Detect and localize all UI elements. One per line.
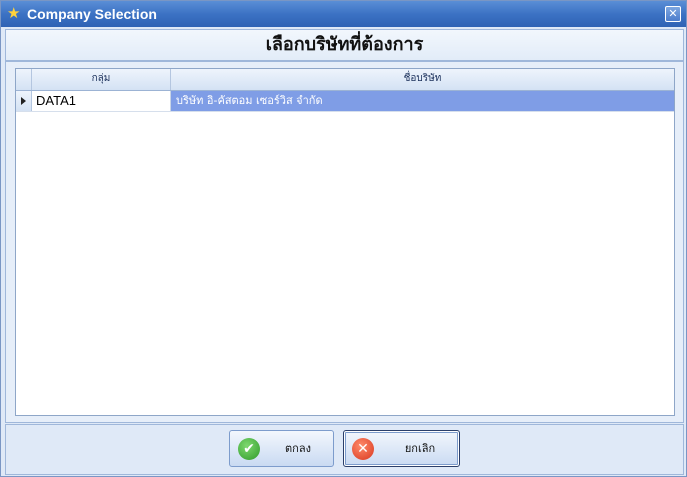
column-header-group[interactable]: กลุ่ม — [32, 69, 171, 90]
grid-header: กลุ่ม ชื่อบริษัท — [16, 69, 674, 91]
cell-group[interactable]: DATA1 — [32, 91, 171, 111]
header-panel: เลือกบริษัทที่ต้องการ — [5, 29, 684, 61]
x-circle-icon: ✕ — [352, 438, 374, 460]
ok-button-label: ตกลง — [285, 442, 311, 455]
table-row[interactable]: DATA1 บริษัท อิ-คัสตอม เซอร์วิส จำกัด — [16, 91, 674, 112]
ok-button[interactable]: ✔ ตกลง — [229, 430, 334, 467]
page-title: เลือกบริษัทที่ต้องการ — [265, 34, 424, 55]
cell-company-name[interactable]: บริษัท อิ-คัสตอม เซอร์วิส จำกัด — [171, 91, 674, 111]
grid-panel: กลุ่ม ชื่อบริษัท DATA1 บริษัท อิ-คัสตอม … — [5, 61, 684, 423]
cancel-button[interactable]: ✕ ยกเลิก — [343, 430, 460, 467]
row-selector[interactable] — [16, 91, 32, 111]
cancel-button-label: ยกเลิก — [404, 442, 436, 455]
close-icon: ✕ — [668, 7, 678, 20]
star-icon: ★ — [7, 4, 21, 22]
footer-panel: ✔ ตกลง ✕ ยกเลิก — [5, 424, 684, 475]
column-header-company-name[interactable]: ชื่อบริษัท — [171, 69, 674, 90]
current-row-arrow-icon — [21, 97, 26, 105]
company-grid[interactable]: กลุ่ม ชื่อบริษัท DATA1 บริษัท อิ-คัสตอม … — [15, 68, 675, 416]
check-circle-icon: ✔ — [238, 438, 260, 460]
row-selector-header — [16, 69, 32, 90]
company-selection-window: ★ Company Selection ✕ เลือกบริษัทที่ต้อง… — [0, 0, 687, 477]
close-button[interactable]: ✕ — [665, 6, 681, 22]
title-bar[interactable]: ★ Company Selection ✕ — [1, 1, 686, 27]
window-title: Company Selection — [27, 6, 157, 22]
